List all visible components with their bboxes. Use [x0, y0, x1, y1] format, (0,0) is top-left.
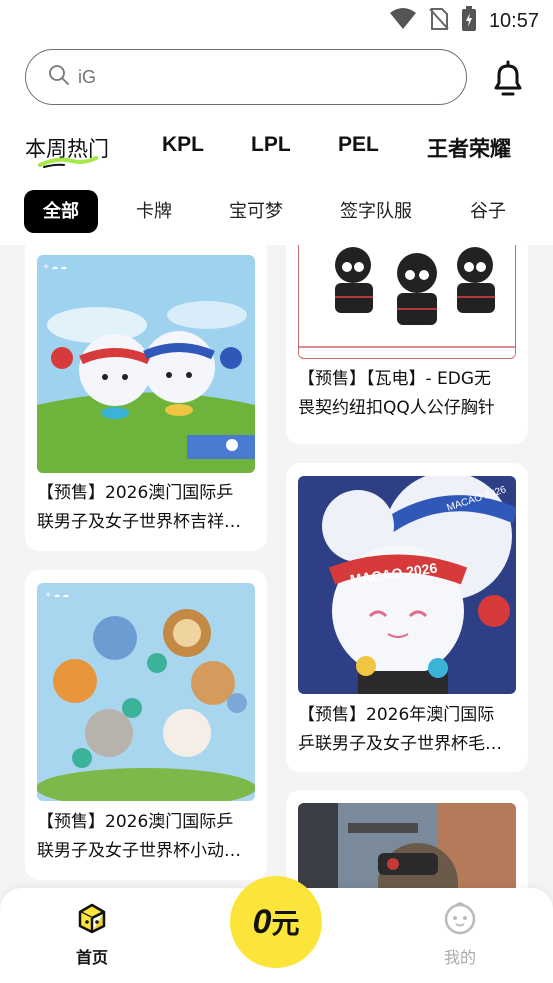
product-image: MACAO 2026 MACAO 2026 — [298, 476, 516, 694]
active-tab-indicator — [38, 156, 98, 168]
chip-all[interactable]: 全部 — [24, 190, 98, 233]
bell-icon — [488, 60, 528, 102]
product-card[interactable] — [286, 790, 528, 895]
status-time: 10:57 — [488, 9, 539, 32]
nav-home-label: 首页 — [75, 948, 108, 967]
product-card[interactable]: ☀ ☁ ☁ 【预售】2026澳门国际乒联男子及女子世界杯吉祥物公仔 — [25, 245, 267, 551]
product-title: 【预售】【瓦电】- EDG无畏契约纽扣QQ人公仔胸针 — [298, 369, 495, 418]
product-image: ☀ ☁ ☁ — [37, 255, 255, 473]
search-input[interactable] — [78, 66, 438, 88]
product-image — [298, 245, 516, 359]
product-card[interactable]: ☀ ☁ ☁ 【预售】2026澳门国际乒联男子及女子世界杯小动物公仔 — [25, 570, 267, 880]
tab-kpl[interactable]: KPL — [162, 133, 204, 157]
nav-home[interactable]: 首页 — [62, 900, 122, 968]
tab-lpl[interactable]: LPL — [251, 133, 291, 157]
category-chips: 全部 卡牌 宝可梦 签字队服 谷子 — [0, 190, 553, 234]
product-feed: ☀ ☁ ☁ 【预售】2026澳门国际乒联男子及女子世界杯吉祥物公仔 【预售】 — [0, 245, 553, 895]
status-icons: 10:57 — [389, 6, 539, 36]
tab-pel[interactable]: PEL — [338, 133, 379, 157]
profile-face-icon — [442, 902, 478, 940]
tab-honor-of-kings[interactable]: 王者荣耀 — [427, 133, 511, 163]
chip-cards[interactable]: 卡牌 — [136, 190, 172, 233]
chip-pokemon[interactable]: 宝可梦 — [229, 190, 283, 233]
chip-signed-jersey[interactable]: 签字队服 — [340, 190, 412, 233]
battery-charging-icon — [461, 6, 477, 36]
home-icon — [74, 903, 110, 940]
product-title: 【预售】2026年澳门国际乒联男子及女子世界杯毛绒公仔 — [298, 705, 502, 754]
nav-me-label: 我的 — [443, 948, 476, 967]
product-card[interactable]: MACAO 2026 MACAO 2026 【预售】2026年澳门国际乒联男子及… — [286, 463, 528, 772]
zero-unit: 元 — [271, 908, 300, 939]
header: 本周热门 KPL LPL PEL 王者荣耀 全部 卡牌 宝可梦 签字队服 谷子 — [0, 40, 553, 245]
product-image — [298, 803, 516, 895]
product-title: 【预售】2026澳门国际乒联男子及女子世界杯吉祥物公仔 — [37, 483, 241, 532]
svg-text:☀ ☁ ☁: ☀ ☁ ☁ — [45, 591, 69, 599]
zero-yuan-button[interactable]: 0元 — [230, 876, 322, 968]
svg-text:☀ ☁ ☁: ☀ ☁ ☁ — [43, 263, 67, 271]
status-bar: 10:57 — [0, 0, 553, 40]
search-icon — [48, 64, 70, 90]
product-image: ☀ ☁ ☁ — [37, 583, 255, 801]
product-card[interactable]: 【预售】【瓦电】- EDG无畏契约纽扣QQ人公仔胸针 — [286, 245, 528, 444]
nav-me[interactable]: 我的 — [430, 900, 490, 968]
product-title: 【预售】2026澳门国际乒联男子及女子世界杯小动物公仔 — [37, 812, 241, 861]
wifi-icon — [389, 7, 417, 35]
no-sim-icon — [429, 7, 449, 35]
bell-button[interactable] — [488, 58, 528, 98]
zero-amount: 0 — [252, 902, 272, 941]
search-box[interactable] — [25, 49, 467, 105]
chip-merch[interactable]: 谷子 — [470, 190, 506, 233]
